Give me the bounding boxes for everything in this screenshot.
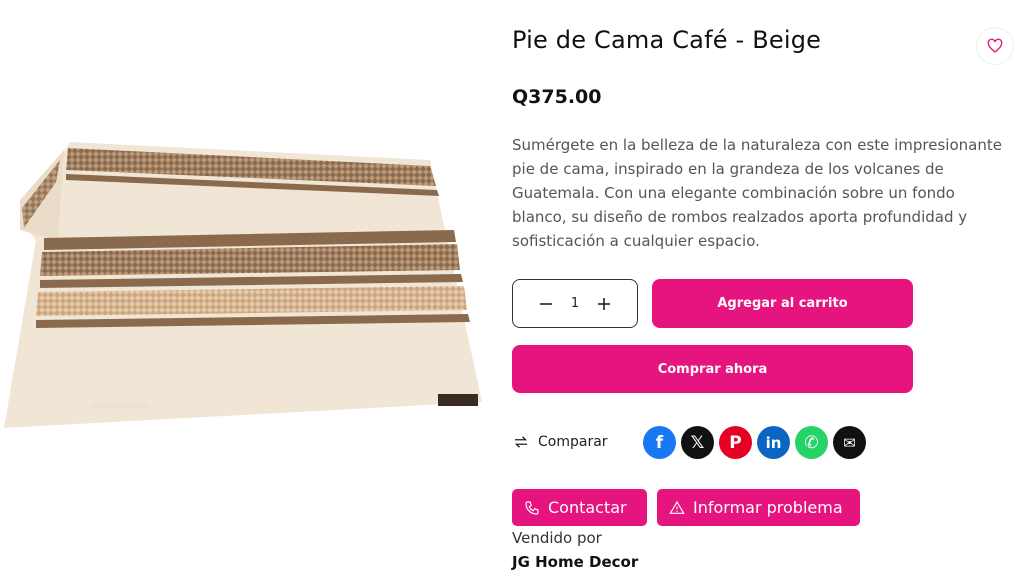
quantity-stepper[interactable]: 1 — [512, 279, 638, 328]
wishlist-button[interactable] — [976, 27, 1014, 65]
product-description: Sumérgete en la belleza de la naturaleza… — [512, 136, 1002, 250]
whatsapp-icon[interactable]: ✆ — [795, 426, 828, 459]
quantity-value[interactable]: 1 — [562, 296, 588, 311]
swap-arrows-icon — [514, 436, 528, 448]
seller-label: Vendido por — [512, 529, 602, 547]
add-to-cart-button[interactable]: Agregar al carrito — [652, 279, 913, 328]
minus-icon[interactable] — [530, 289, 562, 319]
phone-icon — [525, 500, 539, 515]
email-icon[interactable]: ✉ — [833, 426, 866, 459]
report-problem-button[interactable]: Informar problema — [657, 489, 860, 526]
contact-label: Contactar — [548, 498, 627, 517]
buy-now-button[interactable]: Comprar ahora — [512, 345, 913, 393]
heart-icon — [987, 38, 1003, 53]
facebook-icon[interactable]: f — [643, 426, 676, 459]
plus-icon[interactable] — [588, 289, 620, 319]
report-label: Informar problema — [693, 498, 843, 517]
product-price: Q375.00 — [512, 86, 602, 108]
share-buttons: f 𝕏 P in ✆ ✉ — [643, 426, 866, 459]
linkedin-icon[interactable]: in — [757, 426, 790, 459]
compare-label: Comparar — [538, 434, 608, 450]
x-icon[interactable]: 𝕏 — [681, 426, 714, 459]
product-title: Pie de Cama Café - Beige — [512, 26, 822, 54]
pinterest-icon[interactable]: P — [719, 426, 752, 459]
contact-button[interactable]: Contactar — [512, 489, 647, 526]
warning-icon — [669, 500, 685, 514]
product-image — [4, 142, 482, 428]
compare-button[interactable]: Comparar — [512, 433, 608, 451]
seller-name[interactable]: JG Home Decor — [512, 553, 638, 571]
